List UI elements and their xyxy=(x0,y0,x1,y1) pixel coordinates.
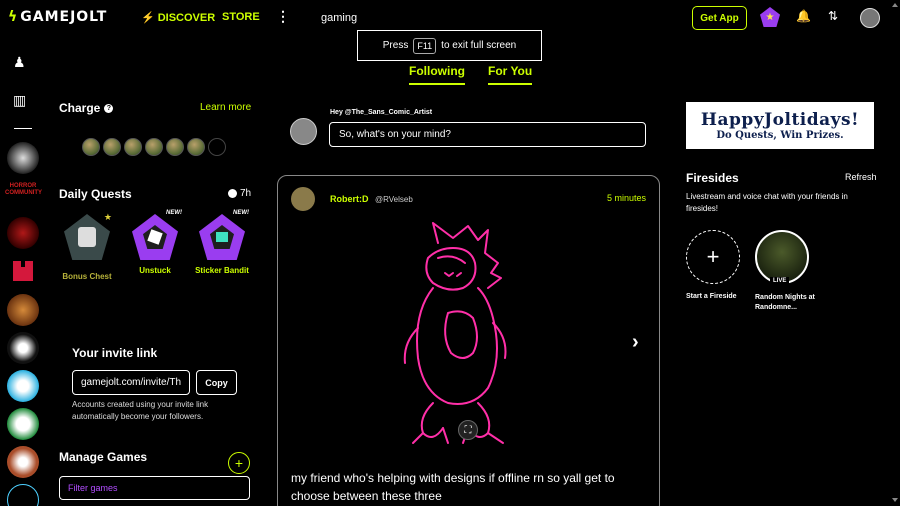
community-puzzle[interactable] xyxy=(7,255,39,287)
user-avatar[interactable] xyxy=(860,8,880,28)
unstuck-icon xyxy=(132,214,178,260)
feed-tabs: Following For You xyxy=(409,64,533,85)
more-menu-icon[interactable]: ⋮ xyxy=(276,8,290,25)
post-text: my friend who's helping with designs if … xyxy=(291,471,615,503)
start-fireside-label: Start a Fireside xyxy=(686,293,737,300)
charge-label: Charge xyxy=(59,101,101,115)
filter-games-input[interactable]: Filter games xyxy=(59,476,250,500)
new-badge: NEW! xyxy=(233,210,249,216)
new-badge: NEW! xyxy=(166,210,182,216)
scroll-up-icon[interactable] xyxy=(892,3,898,7)
charge-orb-filled xyxy=(166,138,184,156)
puzzle-icon xyxy=(13,261,33,281)
quest-label: Unstuck xyxy=(139,266,171,275)
charge-orb-filled xyxy=(103,138,121,156)
user-pin-icon[interactable]: ♟ xyxy=(13,54,26,71)
live-fireside-label: Random Nights at Randomne... xyxy=(755,294,815,311)
sticker-icon xyxy=(199,214,245,260)
post-author-avatar[interactable] xyxy=(291,187,315,211)
tab-for-you[interactable]: For You xyxy=(488,64,533,85)
next-image-icon[interactable]: › xyxy=(632,331,639,354)
clock-icon xyxy=(228,189,237,198)
get-app-button[interactable]: Get App xyxy=(692,6,747,30)
post-author[interactable]: Robert:D xyxy=(330,194,369,204)
nav-discover-label: DISCOVER xyxy=(157,11,216,24)
quest-label: Bonus Chest xyxy=(62,272,112,281)
charge-orb-empty xyxy=(208,138,226,156)
live-fireside[interactable] xyxy=(755,230,809,284)
community-sans-orange[interactable] xyxy=(7,446,39,478)
community-horror[interactable]: HORROR COMMUNITY xyxy=(5,183,42,197)
invite-title: Your invite link xyxy=(72,346,158,360)
quest-timer: 7h xyxy=(228,188,251,199)
expand-icon[interactable]: ⛶ xyxy=(458,420,478,440)
gamejolt-logo[interactable]: ϟ GAMEJOLT xyxy=(8,9,107,25)
community-b[interactable] xyxy=(7,484,39,506)
banner-subline: Do Quests, Win Prizes. xyxy=(716,130,844,141)
nav-store[interactable]: STORE xyxy=(222,11,260,23)
start-fireside-button[interactable]: + xyxy=(686,230,740,284)
charge-orbs xyxy=(82,138,226,156)
learn-more-link[interactable]: Learn more xyxy=(200,102,251,113)
quest-unstuck[interactable]: NEW! Unstuck xyxy=(128,210,182,276)
search-input[interactable]: gaming xyxy=(321,12,357,24)
compose-input[interactable]: So, what's on your mind? xyxy=(329,122,646,147)
tab-following[interactable]: Following xyxy=(409,64,465,85)
community-skull[interactable] xyxy=(7,332,39,364)
toast-press: Press xyxy=(382,40,409,51)
fullscreen-toast: Press F11 to exit full screen xyxy=(357,30,542,61)
compose-avatar xyxy=(290,118,317,145)
rail-divider xyxy=(14,128,32,129)
feed-post[interactable]: Robert:D @RVelseb 5 minutes ⛶ › my frien… xyxy=(277,175,660,506)
logo-text: GAMEJOLT xyxy=(20,9,108,25)
firesides-refresh[interactable]: Refresh xyxy=(845,172,877,182)
add-game-button[interactable]: + xyxy=(228,452,250,474)
quest-label: Sticker Bandit xyxy=(195,266,249,275)
firesides-description: Livestream and voice chat with your frie… xyxy=(686,192,848,213)
bolt-icon: ϟ xyxy=(8,9,19,25)
joltidays-banner[interactable]: HappyJoltidays! Do Quests, Win Prizes. xyxy=(686,102,874,149)
community-red[interactable] xyxy=(7,217,39,249)
charge-orb-filled xyxy=(187,138,205,156)
charge-orb-filled xyxy=(145,138,163,156)
flame-icon: ⚡ xyxy=(141,12,155,24)
scrollbar[interactable] xyxy=(890,0,900,506)
nav-discover[interactable]: ⚡ DISCOVER xyxy=(141,11,216,25)
invite-note: Accounts created using your invite link … xyxy=(72,400,209,421)
manage-games-title: Manage Games xyxy=(59,450,148,464)
banner-headline: HappyJoltidays! xyxy=(700,110,860,130)
firesides-title: Firesides xyxy=(686,171,739,185)
copy-button[interactable]: Copy xyxy=(196,370,237,395)
live-badge: LIVE xyxy=(770,277,790,285)
charge-title: Charge ? xyxy=(59,101,114,115)
toast-message: to exit full screen xyxy=(441,40,517,51)
charge-orb-filled xyxy=(82,138,100,156)
quest-sticker-bandit[interactable]: NEW! Sticker Bandit xyxy=(195,210,249,276)
quest-bonus-chest[interactable]: ★ Bonus Chest xyxy=(60,212,114,282)
post-handle[interactable]: @RVelseb xyxy=(375,195,413,204)
community-sans[interactable] xyxy=(7,142,39,174)
charge-orb-filled xyxy=(124,138,142,156)
quest-time-left: 7h xyxy=(240,188,252,199)
community-green[interactable] xyxy=(7,408,39,440)
toast-key: F11 xyxy=(413,37,437,54)
community-desert[interactable] xyxy=(7,294,39,326)
invite-link-field[interactable]: gamejolt.com/invite/Th xyxy=(72,370,190,395)
quests-icon[interactable]: ★ xyxy=(760,7,780,27)
star-icon: ★ xyxy=(103,212,112,222)
friends-icon[interactable]: ⇅ xyxy=(828,9,838,23)
daily-quests-title: Daily Quests xyxy=(59,187,132,201)
post-time[interactable]: 5 minutes xyxy=(607,193,646,203)
compose-greeting: Hey @The_Sans_Comic_Artist xyxy=(330,109,433,116)
scroll-down-icon[interactable] xyxy=(892,498,898,502)
help-icon[interactable]: ? xyxy=(104,103,114,113)
bell-icon[interactable]: 🔔 xyxy=(796,9,811,23)
library-icon[interactable]: ▥ xyxy=(13,92,26,109)
community-blue[interactable] xyxy=(7,370,39,402)
